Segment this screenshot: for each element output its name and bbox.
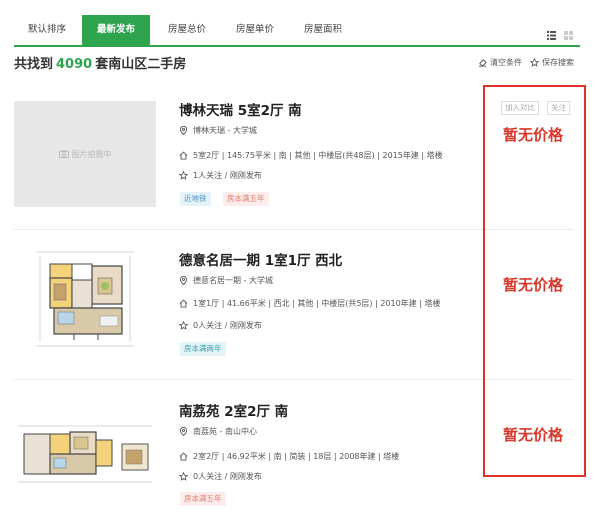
location-pin-icon xyxy=(179,126,188,135)
clear-filters-label: 清空条件 xyxy=(490,58,522,67)
star-icon xyxy=(179,171,188,180)
clear-filters-button[interactable]: 清空条件 xyxy=(478,57,522,68)
listing-location[interactable]: 南荔苑 - 南山中心 xyxy=(179,426,257,437)
tag-deed-two-years: 房本满两年 xyxy=(180,342,226,356)
tag-near-subway: 近地铁 xyxy=(180,192,211,206)
info-text: 2室2厅 | 46.92平米 | 南 | 简装 | 18层 | 2008年建 |… xyxy=(193,452,400,461)
follow-text: 0人关注 / 刚刚发布 xyxy=(193,321,262,330)
listing-follow: 1人关注 / 刚刚发布 xyxy=(179,170,262,181)
listing-photo-placeholder[interactable]: 图片拍摄中 xyxy=(14,101,156,207)
location-text: 南荔苑 - 南山中心 xyxy=(193,427,257,436)
location-pin-icon xyxy=(179,276,188,285)
placeholder-label: 图片拍摄中 xyxy=(71,149,112,159)
result-summary: 共找到 4090 套南山区二手房 xyxy=(14,53,186,72)
tab-total-price[interactable]: 房屋总价 xyxy=(154,15,220,45)
camera-icon xyxy=(58,150,69,158)
eraser-icon xyxy=(478,59,487,67)
listing-info: 2室2厅 | 46.92平米 | 南 | 简装 | 18层 | 2008年建 |… xyxy=(179,451,399,462)
tab-default-sort[interactable]: 默认排序 xyxy=(14,15,80,45)
tag-deed-five-years: 房本满五年 xyxy=(180,492,226,506)
grid-view-icon[interactable] xyxy=(564,25,573,40)
sort-tab-bar: 默认排序 最新发布 房屋总价 房屋单价 房屋面积 xyxy=(14,15,580,47)
tab-newest[interactable]: 最新发布 xyxy=(82,15,150,45)
list-view-icon[interactable] xyxy=(547,25,556,40)
listing-title[interactable]: 南荔苑 2室2厅 南 xyxy=(179,400,288,420)
location-pin-icon xyxy=(179,427,188,436)
listing-info: 5室2厅 | 145.75平米 | 南 | 其他 | 中楼层(共48层) | 2… xyxy=(179,150,443,161)
location-text: 德意名居一期 - 大学城 xyxy=(193,276,273,285)
listing-location[interactable]: 博林天瑞 - 大学城 xyxy=(179,125,257,136)
result-count: 4090 xyxy=(56,57,93,72)
listing-floorplan-image[interactable] xyxy=(14,246,156,352)
floorplan-drawing xyxy=(18,425,152,483)
save-search-button[interactable]: 保存搜索 xyxy=(530,57,574,68)
house-icon xyxy=(179,299,188,308)
info-text: 5室2厅 | 145.75平米 | 南 | 其他 | 中楼层(共48层) | 2… xyxy=(193,151,443,160)
follow-text: 0人关注 / 刚刚发布 xyxy=(193,472,262,481)
star-icon xyxy=(179,472,188,481)
listing-floorplan-image[interactable] xyxy=(14,404,156,510)
save-search-label: 保存搜索 xyxy=(542,58,574,67)
floorplan-drawing xyxy=(36,251,134,347)
summary-suffix: 套南山区二手房 xyxy=(95,57,187,72)
info-text: 1室1厅 | 41.66平米 | 西北 | 其他 | 中楼层(共5层) | 20… xyxy=(193,299,441,308)
summary-prefix: 共找到 xyxy=(14,57,54,72)
listing-follow: 0人关注 / 刚刚发布 xyxy=(179,471,262,482)
listing-location[interactable]: 德意名居一期 - 大学城 xyxy=(179,275,273,286)
location-text: 博林天瑞 - 大学城 xyxy=(193,126,257,135)
tab-area[interactable]: 房屋面积 xyxy=(290,15,356,45)
tag-deed-five-years: 房本满五年 xyxy=(223,192,269,206)
star-icon xyxy=(530,58,539,67)
house-icon xyxy=(179,151,188,160)
listing-title[interactable]: 博林天瑞 5室2厅 南 xyxy=(179,99,302,119)
listing-info: 1室1厅 | 41.66平米 | 西北 | 其他 | 中楼层(共5层) | 20… xyxy=(179,298,440,309)
price-column-highlight xyxy=(483,85,586,477)
listing-title[interactable]: 德意名居一期 1室1厅 西北 xyxy=(179,249,342,269)
tab-unit-price[interactable]: 房屋单价 xyxy=(222,15,288,45)
star-icon xyxy=(179,321,188,330)
listing-follow: 0人关注 / 刚刚发布 xyxy=(179,320,262,331)
follow-text: 1人关注 / 刚刚发布 xyxy=(193,171,262,180)
house-icon xyxy=(179,452,188,461)
